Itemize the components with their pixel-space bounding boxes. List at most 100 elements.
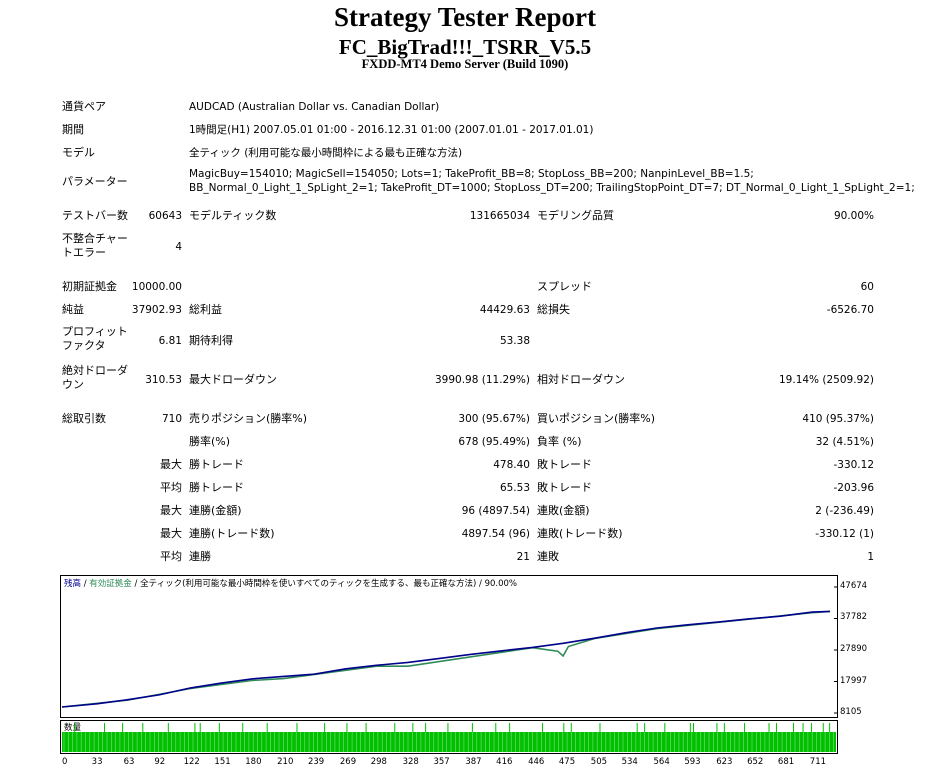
max-cons-loss-label: 連敗(トレード数) xyxy=(537,527,623,540)
x-tick-group: 0 33 63 92 122 151 180 210 239 269 298 328 357 387 416… xyxy=(62,757,826,767)
x-tick-label: 357 xyxy=(433,757,449,767)
volume-bars xyxy=(62,732,836,752)
period-value: 1時間足(H1) 2007.05.01 01:00 - 2016.12.31 0… xyxy=(189,124,594,136)
x-tick-label: 534 xyxy=(622,757,638,767)
average-label: 平均 xyxy=(160,481,182,494)
max-cons-profit-label: 連勝(トレード数) xyxy=(189,527,275,540)
legend-text: 残高 / 有効証拠金 / 全ティック(利用可能な最小時間枠を使いすべてのティック… xyxy=(64,578,517,589)
x-tick-label: 593 xyxy=(684,757,700,767)
expected-label: 期待利得 xyxy=(189,334,233,347)
x-tick-label: 92 xyxy=(154,757,165,767)
x-tick-label: 0 xyxy=(62,757,67,767)
avg-win-label: 勝トレード xyxy=(189,481,244,494)
x-tick-label: 623 xyxy=(716,757,732,767)
spread-label: スプレッド xyxy=(537,280,592,293)
x-tick-label: 298 xyxy=(371,757,387,767)
x-tick-label: 33 xyxy=(92,757,103,767)
y-tick-label: 27890 xyxy=(840,643,868,654)
short-label: 売りポジション(勝率%) xyxy=(189,412,308,425)
legend-info: 全ティック(利用可能な最小時間枠を使いすべてのティックを生成する、最も正確な方法… xyxy=(140,578,476,589)
avg-win-value: 65.53 xyxy=(499,482,530,494)
y-tick-label: 47674 xyxy=(840,581,868,591)
max2-label: 最大 xyxy=(160,527,182,540)
x-tick-label: 239 xyxy=(308,757,324,767)
quality-label: モデリング品質 xyxy=(537,209,614,222)
legend-equity: 有効証拠金 xyxy=(89,578,132,589)
symbol-value: AUDCAD (Australian Dollar vs. Canadian D… xyxy=(189,101,440,113)
max-cons-losses-value: 2 (-236.49) xyxy=(815,505,874,517)
total-trades-label: 総取引数 xyxy=(62,412,106,425)
symbol-label: 通貨ペア xyxy=(62,100,106,113)
largest-win-label: 勝トレード xyxy=(189,458,244,471)
largest-label: 最大 xyxy=(160,458,182,471)
deposit-value: 10000.00 xyxy=(131,281,182,293)
y-tick-label: 37782 xyxy=(840,612,868,623)
model-value: 全ティック (利用可能な最小時間枠による最も正確な方法) xyxy=(189,147,463,159)
x-tick-label: 328 xyxy=(403,757,419,767)
deposit-label: 初期証拠金 xyxy=(62,280,117,293)
avg2-label: 平均 xyxy=(160,550,182,563)
max-dd-label: 最大ドローダウン xyxy=(189,373,277,386)
max1-label: 最大 xyxy=(160,504,182,517)
max-dd-value: 3990.98 (11.29%) xyxy=(435,374,530,386)
total-trades-value: 710 xyxy=(161,413,182,425)
loss-rate-value: 32 (4.51%) xyxy=(815,436,874,448)
x-tick-label: 681 xyxy=(778,757,794,767)
x-tick-label: 387 xyxy=(465,757,481,767)
report-title: Strategy Tester Report xyxy=(334,2,596,32)
largest-loss-value: -330.12 xyxy=(833,459,874,471)
mismatch-value: 4 xyxy=(175,241,182,253)
max-cons-losses-label: 連敗(金額) xyxy=(537,504,590,517)
x-tick-label: 564 xyxy=(654,757,670,767)
long-value: 410 (95.37%) xyxy=(802,413,874,425)
params-label: パラメーター xyxy=(62,175,128,188)
max-cons-wins-value: 96 (4897.54) xyxy=(461,505,530,517)
x-tick-label: 711 xyxy=(810,757,826,767)
x-tick-label: 180 xyxy=(245,757,261,767)
gross-profit-label: 総利益 xyxy=(189,303,222,316)
x-tick-label: 446 xyxy=(528,757,544,767)
avg-cons-losses-value: 1 xyxy=(867,551,874,563)
largest-loss-label: 敗トレード xyxy=(537,458,592,471)
period-label: 期間 xyxy=(62,123,84,136)
avg-loss-label: 敗トレード xyxy=(537,481,592,494)
max-cons-profit-value: 4897.54 (96) xyxy=(461,528,530,540)
params-line2: BB_Normal_0_Light_1_SpLight_2=1; TakePro… xyxy=(189,182,915,194)
x-tick-label: 475 xyxy=(559,757,575,767)
long-label: 買いポジション(勝率%) xyxy=(537,412,656,425)
rel-dd-label: 相対ドローダウン xyxy=(537,373,625,386)
avg-cons-wins-value: 21 xyxy=(516,551,530,563)
x-tick-label: 151 xyxy=(214,757,230,767)
short-value: 300 (95.67%) xyxy=(458,413,530,425)
x-tick-label: 122 xyxy=(184,757,200,767)
quality-value: 90.00% xyxy=(833,210,874,222)
server-name: FXDD-MT4 Demo Server (Build 1090) xyxy=(361,57,569,71)
max-cons-wins-label: 連勝(金額) xyxy=(189,504,242,517)
gross-profit-value: 44429.63 xyxy=(479,304,530,316)
legend-quality: 90.00% xyxy=(485,579,517,589)
x-tick-label: 652 xyxy=(747,757,763,767)
avg-cons-losses-label: 連敗 xyxy=(537,550,559,563)
net-value: 37902.93 xyxy=(131,304,182,316)
pf-value: 6.81 xyxy=(158,335,182,347)
bars-label: テストバー数 xyxy=(62,209,128,222)
x-tick-label: 269 xyxy=(340,757,356,767)
max-cons-loss-value: -330.12 (1) xyxy=(815,528,874,540)
gross-loss-label: 総損失 xyxy=(537,303,570,316)
gross-loss-value: -6526.70 xyxy=(826,304,874,316)
largest-win-value: 478.40 xyxy=(493,459,530,471)
x-tick-label: 505 xyxy=(591,757,607,767)
rel-dd-value: 19.14% (2509.92) xyxy=(779,374,874,386)
params-line1: MagicBuy=154010; MagicSell=154050; Lots=… xyxy=(189,168,754,180)
ticks-label: モデルティック数 xyxy=(189,209,277,222)
x-tick-label: 210 xyxy=(277,757,293,767)
abs-dd-value: 310.53 xyxy=(145,374,182,386)
avg-loss-value: -203.96 xyxy=(833,482,874,494)
ticks-value: 131665034 xyxy=(469,210,530,222)
volume-chart: 数量 0 33 63 92 122 151 180 210 239 269 298 328 357 387… xyxy=(60,720,838,767)
balance-equity-chart: 残高 / 有効証拠金 / 全ティック(利用可能な最小時間枠を使いすべてのティック… xyxy=(60,575,838,718)
loss-rate-label: 負率 (%) xyxy=(537,435,582,448)
legend-balance: 残高 xyxy=(64,578,81,589)
net-label: 純益 xyxy=(62,303,84,316)
y-tick-label: 17997 xyxy=(840,675,868,686)
